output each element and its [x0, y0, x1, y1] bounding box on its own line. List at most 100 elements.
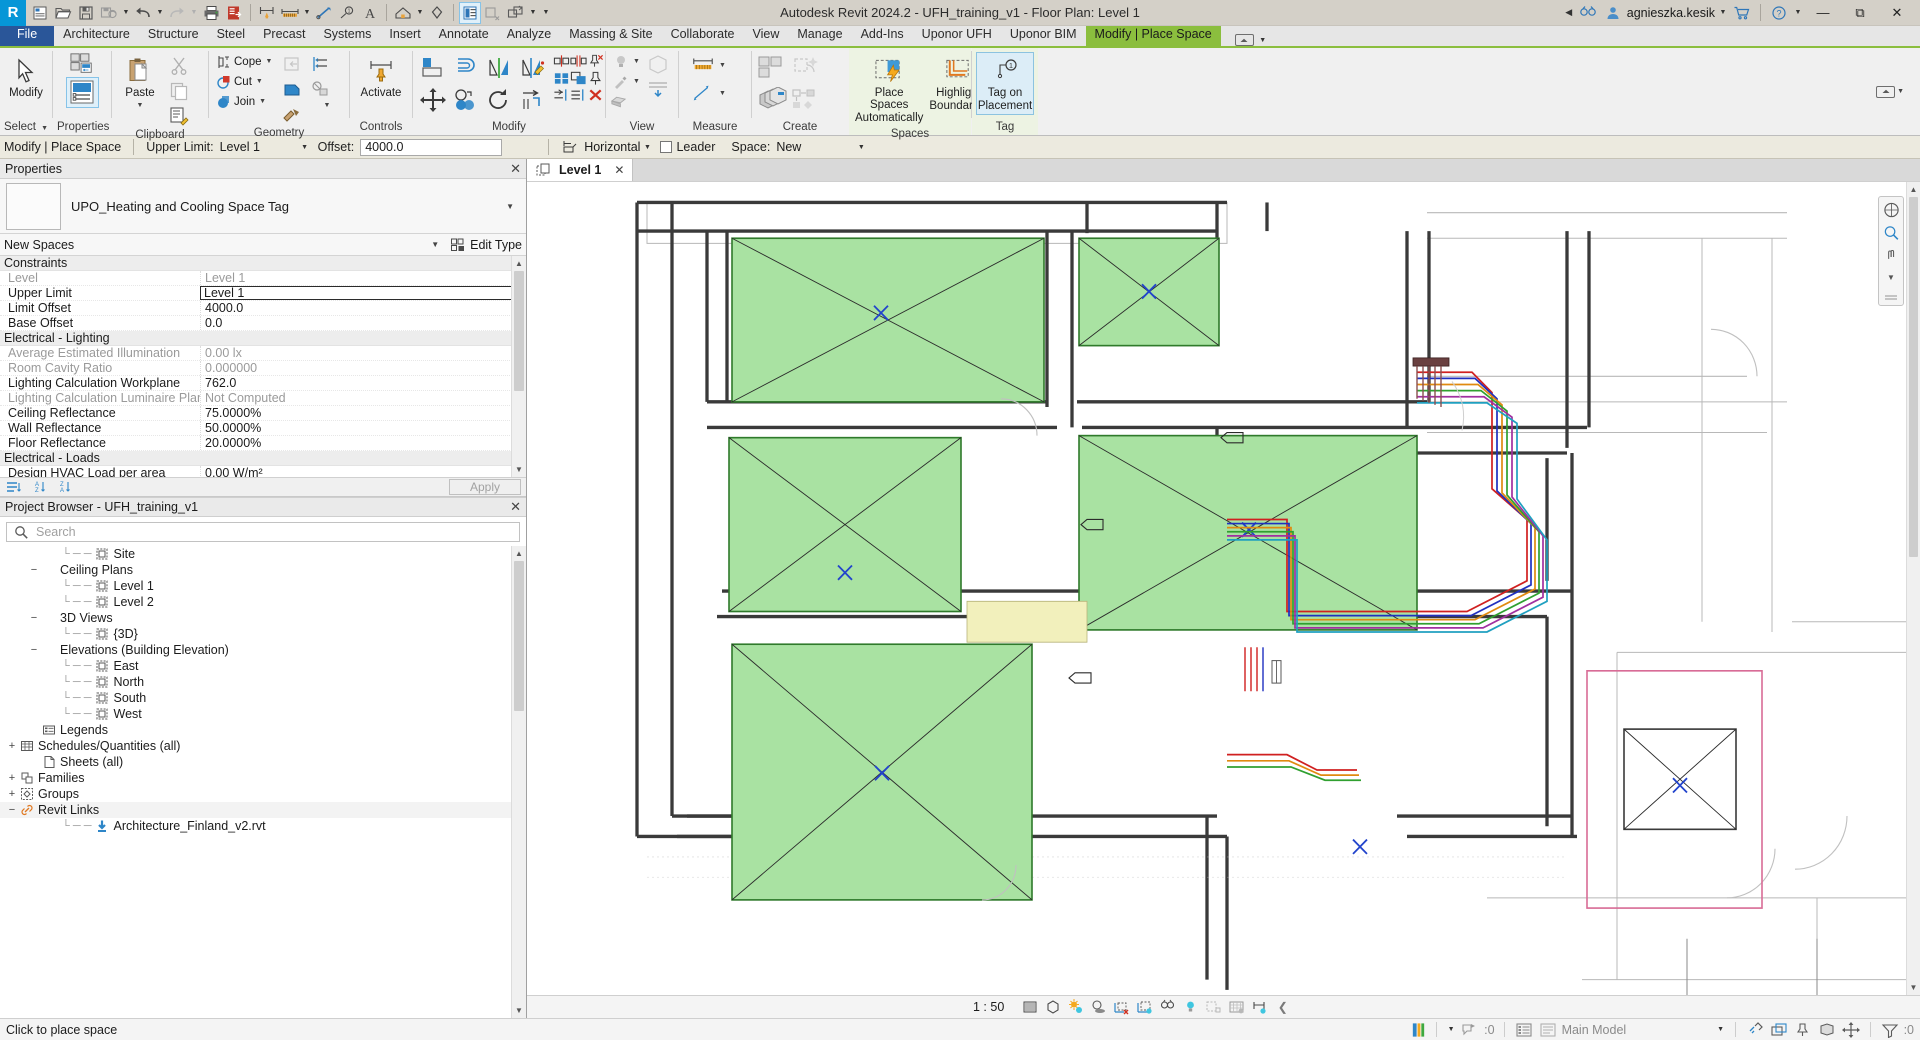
- project-browser-scroll-thumb[interactable]: [514, 561, 524, 711]
- show-crop-region-icon[interactable]: [1156, 997, 1179, 1017]
- leader-checkbox-group[interactable]: Leader: [660, 140, 715, 154]
- project-browser-item[interactable]: − Ceiling Plans: [0, 562, 526, 578]
- ribbon-minimize-icon[interactable]: [1234, 34, 1254, 46]
- switch-windows-caret-icon[interactable]: ▼: [528, 9, 538, 16]
- save-icon[interactable]: [75, 2, 97, 24]
- select-by-face-icon[interactable]: [1817, 1021, 1837, 1039]
- save-as-cloud-icon[interactable]: [98, 2, 120, 24]
- split-face-icon[interactable]: [280, 77, 304, 101]
- ribbon-tab-manage[interactable]: Manage: [788, 24, 851, 46]
- account-icon[interactable]: [1602, 2, 1624, 24]
- override-caret-icon[interactable]: ▼: [631, 78, 642, 85]
- upper-limit-caret-icon[interactable]: ▼: [298, 144, 312, 151]
- measure-along-caret-icon[interactable]: ▼: [717, 90, 728, 97]
- offset-input[interactable]: 4000.0: [360, 138, 503, 156]
- unpin-icon[interactable]: [587, 52, 604, 69]
- project-browser-search-box[interactable]: Search: [6, 522, 520, 542]
- linework-icon[interactable]: [646, 77, 670, 101]
- close-button[interactable]: ✕: [1880, 1, 1914, 25]
- view-tab-level-1[interactable]: Level 1 ✕: [527, 159, 634, 181]
- sort-by-category-icon[interactable]: [5, 479, 22, 496]
- edit-type-button[interactable]: Edit Type: [449, 236, 522, 253]
- wall-joins-icon[interactable]: [280, 52, 304, 76]
- property-row-lighting-calculation-workplane[interactable]: Lighting Calculation Workplane 762.0: [0, 376, 526, 391]
- project-browser-scrollbar[interactable]: ▲ ▼: [511, 546, 526, 1018]
- type-selector-caret-icon[interactable]: ▼: [506, 202, 520, 211]
- tree-expand-icon[interactable]: +: [6, 740, 18, 752]
- sun-path-icon[interactable]: [1064, 997, 1087, 1017]
- property-group-electrical-loads[interactable]: Electrical - Loads ^: [0, 451, 526, 466]
- drawing-canvas[interactable]: ▼ ▲ ▼: [527, 181, 1920, 995]
- align-geometry-icon[interactable]: [308, 52, 332, 76]
- ribbon-tab-annotate[interactable]: Annotate: [430, 24, 498, 46]
- project-browser-item[interactable]: − Elevations (Building Elevation): [0, 642, 526, 658]
- cut-icon[interactable]: [167, 54, 191, 78]
- project-browser-item[interactable]: Legends: [0, 722, 526, 738]
- switch-windows-icon[interactable]: [505, 2, 527, 24]
- measure-between-references-button[interactable]: ▼: [689, 52, 730, 78]
- ribbon-display-caret-icon[interactable]: ▼: [1258, 37, 1268, 44]
- property-value-design-hvac-load-per-area[interactable]: 0.00 W/m²: [200, 466, 526, 477]
- ribbon-tab-analyze[interactable]: Analyze: [498, 24, 560, 46]
- cope-button[interactable]: Cope ▼: [213, 52, 276, 71]
- property-row-floor-reflectance[interactable]: Floor Reflectance 20.0000%: [0, 436, 526, 451]
- properties-close-icon[interactable]: ✕: [510, 161, 521, 177]
- project-browser-item[interactable]: └ ─ ─ Level 1: [0, 578, 526, 594]
- measure-along-element-button[interactable]: ▼: [689, 80, 730, 106]
- workset-dropdown-caret-icon[interactable]: ▼: [1716, 1026, 1726, 1033]
- upper-limit-combo[interactable]: Level 1 ▼: [220, 140, 312, 154]
- ribbon-tab-systems[interactable]: Systems: [314, 24, 380, 46]
- ribbon-tab-massing-site[interactable]: Massing & Site: [560, 24, 661, 46]
- space-caret-icon[interactable]: ▼: [854, 144, 868, 151]
- apply-button[interactable]: Apply: [449, 479, 521, 495]
- search-icon[interactable]: [1577, 2, 1599, 24]
- shadows-icon[interactable]: [1087, 997, 1110, 1017]
- project-browser-scroll-down-icon[interactable]: ▼: [512, 1003, 526, 1018]
- temporary-view-properties-icon[interactable]: [1248, 997, 1271, 1017]
- type-selector[interactable]: UPO_Heating and Cooling Space Tag ▼: [0, 179, 526, 234]
- worksets-dialog-icon[interactable]: [1514, 1021, 1534, 1039]
- undo-dropdown-caret-icon[interactable]: ▼: [155, 9, 165, 16]
- cope-caret-icon[interactable]: ▼: [264, 58, 275, 65]
- rotate-icon[interactable]: [483, 84, 514, 115]
- drag-elements-icon[interactable]: [1841, 1021, 1861, 1039]
- ribbon-panel-switch-caret-icon[interactable]: ▼: [1895, 88, 1906, 95]
- property-row-wall-reflectance[interactable]: Wall Reflectance 50.0000%: [0, 421, 526, 436]
- view-scale-label[interactable]: 1 : 50: [967, 1000, 1018, 1014]
- ribbon-tab-insert[interactable]: Insert: [380, 24, 429, 46]
- align-icon[interactable]: [417, 52, 448, 83]
- aligned-dimension-icon[interactable]: [279, 2, 301, 24]
- view-cube-icon[interactable]: [646, 52, 670, 76]
- project-browser-item[interactable]: − Revit Links: [0, 802, 526, 818]
- revit-logo-button[interactable]: R: [0, 0, 26, 26]
- tag-orientation-caret-icon[interactable]: ▼: [640, 144, 654, 151]
- select-panel-caret-icon[interactable]: ▼: [39, 125, 50, 132]
- properties-type-icon[interactable]: [70, 52, 94, 76]
- unjoin-geometry-icon[interactable]: [308, 77, 332, 101]
- properties-scrollbar[interactable]: ▲ ▼: [511, 256, 526, 477]
- new-project-icon[interactable]: [29, 2, 51, 24]
- select-pinned-icon[interactable]: [1793, 1021, 1813, 1039]
- project-browser-scroll-up-icon[interactable]: ▲: [512, 546, 526, 561]
- detail-level-icon[interactable]: [1018, 997, 1041, 1017]
- sort-descending-icon[interactable]: ZA: [55, 479, 72, 496]
- geometry-more-caret-icon[interactable]: ▼: [322, 102, 333, 109]
- property-row-limit-offset[interactable]: Limit Offset 4000.0: [0, 301, 526, 316]
- project-browser-item[interactable]: Sheets (all): [0, 754, 526, 770]
- properties-scroll-thumb[interactable]: [514, 271, 524, 391]
- project-browser-item[interactable]: └ ─ ─ South: [0, 690, 526, 706]
- property-group-constraints[interactable]: Constraints ^: [0, 256, 526, 271]
- properties-palette-toggle-icon[interactable]: [65, 77, 99, 108]
- override-graphics-button[interactable]: ▼: [610, 72, 644, 91]
- warning-count-icon[interactable]: [1460, 1021, 1480, 1039]
- leader-checkbox[interactable]: [660, 141, 673, 153]
- pan-tool-icon[interactable]: [1883, 247, 1900, 264]
- project-browser-search-input[interactable]: Search: [36, 525, 76, 539]
- create-group-icon[interactable]: [756, 84, 787, 115]
- move-icon[interactable]: [417, 84, 448, 115]
- text-note-icon[interactable]: A: [359, 2, 381, 24]
- property-row-base-offset[interactable]: Base Offset 0.0: [0, 316, 526, 331]
- property-value-limit-offset[interactable]: 4000.0: [200, 301, 526, 315]
- ribbon-tab-modify-place-space[interactable]: Modify | Place Space: [1085, 24, 1221, 46]
- create-similar-icon[interactable]: [756, 52, 787, 83]
